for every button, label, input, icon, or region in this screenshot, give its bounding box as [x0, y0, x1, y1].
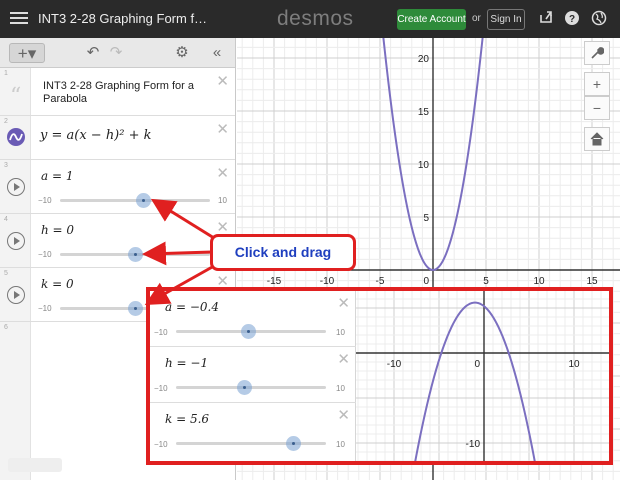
- sign-in-button[interactable]: Sign In: [487, 9, 525, 30]
- expression-formula[interactable]: 2 y = a(x − h)² + k ✕: [0, 116, 235, 160]
- slider-equation[interactable]: a = −0.4: [165, 300, 219, 314]
- slider-max[interactable]: 10: [336, 384, 345, 393]
- graph-style-icon[interactable]: [6, 127, 26, 147]
- slider-max[interactable]: 10: [336, 440, 345, 449]
- slider-equation[interactable]: h = 0: [41, 223, 74, 237]
- x-tick-label: -10: [320, 276, 335, 287]
- globe-icon[interactable]: [590, 10, 608, 28]
- svg-text:?: ?: [569, 14, 575, 25]
- expression-note[interactable]: 1 “ INT3 2-28 Graphing Form for a Parabo…: [0, 68, 235, 116]
- settings-gear-icon[interactable]: ⚙: [172, 43, 192, 63]
- zoom-in-icon[interactable]: +: [584, 72, 610, 96]
- slider-equation[interactable]: k = 0: [41, 277, 74, 291]
- quote-icon: “: [10, 84, 22, 109]
- origin-label: 0: [423, 276, 429, 287]
- wrench-icon[interactable]: [584, 41, 610, 65]
- inset-graph-paper: -10 10 -10 0: [348, 291, 609, 461]
- undo-icon[interactable]: ↶: [84, 43, 102, 63]
- desmos-logo: desmos: [277, 7, 354, 30]
- slider-max[interactable]: 10: [218, 196, 227, 205]
- redo-icon[interactable]: ↷: [107, 43, 125, 63]
- slider-thumb[interactable]: [128, 247, 143, 262]
- slider-min[interactable]: −10: [38, 304, 52, 313]
- expression-toolbar: +▾ ↶ ↷ ⚙ «: [0, 38, 235, 68]
- note-text[interactable]: INT3 2-28 Graphing Form for a Parabola: [43, 80, 213, 106]
- formula-text[interactable]: y = a(x − h)² + k: [40, 128, 152, 143]
- slider-min[interactable]: −10: [38, 250, 52, 259]
- slider-a[interactable]: 3 a = 1 −10 10 ✕: [0, 160, 235, 214]
- slider-thumb[interactable]: [128, 301, 143, 316]
- powered-by-badge: [8, 458, 62, 472]
- add-item-button[interactable]: +▾: [9, 43, 45, 63]
- x-tick-label: -5: [376, 276, 385, 287]
- share-icon[interactable]: [537, 10, 555, 28]
- delete-expression-icon[interactable]: ✕: [216, 72, 229, 90]
- click-and-drag-callout: Click and drag: [210, 234, 356, 271]
- slider-thumb[interactable]: [241, 324, 256, 339]
- slider-min[interactable]: −10: [154, 440, 168, 449]
- slider-min[interactable]: −10: [154, 384, 168, 393]
- play-slider-icon[interactable]: [7, 286, 25, 304]
- slider-min[interactable]: −10: [38, 196, 52, 205]
- zoom-out-icon[interactable]: −: [584, 96, 610, 120]
- slider-max[interactable]: 10: [336, 328, 345, 337]
- inset-slider-k[interactable]: k = 5.6 −10 10 ✕: [150, 403, 356, 459]
- x-tick-label: 15: [586, 276, 598, 287]
- play-slider-icon[interactable]: [7, 178, 25, 196]
- delete-expression-icon[interactable]: ✕: [216, 120, 229, 138]
- x-tick-label: 5: [483, 276, 489, 287]
- or-label: or: [472, 13, 481, 24]
- delete-expression-icon[interactable]: ✕: [337, 406, 350, 424]
- slider-h[interactable]: 4 h = 0 −10 10 ✕: [0, 214, 235, 268]
- y-tick-label: 20: [418, 54, 430, 65]
- menu-icon[interactable]: [10, 9, 28, 29]
- expression-number: 1: [4, 70, 8, 77]
- expression-number: 2: [4, 118, 8, 125]
- y-tick-label: 10: [418, 160, 430, 171]
- x-tick-label: 10: [533, 276, 545, 287]
- y-tick-label: 5: [423, 213, 429, 224]
- document-title[interactable]: INT3 2-28 Graphing Form f…: [38, 11, 207, 26]
- delete-expression-icon[interactable]: ✕: [337, 294, 350, 312]
- help-icon[interactable]: ?: [563, 10, 581, 28]
- x-tick-label: 10: [568, 359, 580, 370]
- slider-equation[interactable]: k = 5.6: [165, 412, 209, 426]
- slider-min[interactable]: −10: [154, 328, 168, 337]
- inset-screenshot: a = −0.4 −10 10 ✕ h = −1 −10 10 ✕ k = 5.…: [146, 287, 613, 465]
- origin-label: 0: [474, 359, 480, 370]
- slider-track[interactable]: [60, 199, 210, 202]
- slider-thumb[interactable]: [237, 380, 252, 395]
- top-bar: INT3 2-28 Graphing Form f… desmos Create…: [0, 0, 620, 38]
- play-slider-icon[interactable]: [7, 232, 25, 250]
- expression-number: 3: [4, 162, 8, 169]
- slider-equation[interactable]: h = −1: [165, 356, 208, 370]
- inset-slider-a[interactable]: a = −0.4 −10 10 ✕: [150, 291, 356, 347]
- expression-number: 4: [4, 216, 8, 223]
- slider-thumb[interactable]: [286, 436, 301, 451]
- slider-track[interactable]: [176, 442, 326, 445]
- delete-expression-icon[interactable]: ✕: [216, 164, 229, 182]
- expression-number: 6: [4, 324, 8, 331]
- y-tick-label: 15: [418, 107, 430, 118]
- delete-expression-icon[interactable]: ✕: [337, 350, 350, 368]
- inset-slider-h[interactable]: h = −1 −10 10 ✕: [150, 347, 356, 403]
- slider-thumb[interactable]: [136, 193, 151, 208]
- inset-graph: -10 10 -10 0: [348, 291, 609, 461]
- slider-equation[interactable]: a = 1: [41, 169, 73, 183]
- expression-number: 5: [4, 270, 8, 277]
- x-tick-label: -10: [387, 359, 402, 370]
- home-icon[interactable]: [584, 127, 610, 151]
- x-tick-label: -15: [267, 276, 282, 287]
- create-account-button[interactable]: Create Account: [397, 9, 466, 30]
- y-tick-label: -10: [466, 439, 481, 450]
- inset-expression-panel: a = −0.4 −10 10 ✕ h = −1 −10 10 ✕ k = 5.…: [150, 291, 356, 461]
- collapse-panel-icon[interactable]: «: [207, 43, 227, 63]
